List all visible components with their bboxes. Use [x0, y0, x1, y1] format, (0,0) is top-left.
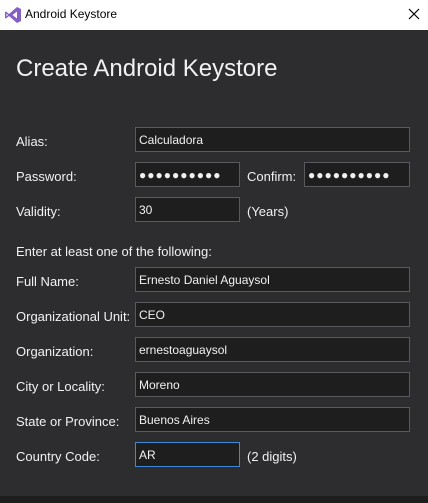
password-value: ●●●●●●●●●●	[139, 168, 222, 182]
org-unit-value: CEO	[139, 308, 166, 322]
alias-value: Calculadora	[139, 133, 204, 147]
alias-label: Alias:	[16, 134, 48, 149]
state-value: Buenos Aires	[139, 413, 210, 427]
validity-input[interactable]: 30	[135, 197, 240, 222]
city-input[interactable]: Moreno	[135, 372, 410, 397]
password-label: Password:	[16, 169, 77, 184]
org-unit-input[interactable]: CEO	[135, 302, 410, 327]
org-unit-label: Organizational Unit:	[16, 309, 131, 324]
city-value: Moreno	[139, 378, 180, 392]
state-input[interactable]: Buenos Aires	[135, 407, 410, 432]
validity-value: 30	[139, 203, 153, 217]
dialog-footer	[0, 496, 428, 503]
country-code-value: AR	[139, 448, 156, 462]
instruction-text: Enter at least one of the following:	[16, 244, 212, 259]
title-bar: Android Keystore	[0, 0, 428, 30]
confirm-label: Confirm:	[247, 169, 297, 184]
confirm-password-input[interactable]: ●●●●●●●●●●	[304, 162, 410, 187]
alias-input[interactable]: Calculadora	[135, 127, 410, 152]
state-label: State or Province:	[16, 414, 120, 429]
full-name-value: Ernesto Daniel Aguaysol	[139, 273, 270, 287]
validity-label: Validity:	[16, 204, 61, 219]
organization-label: Organization:	[16, 344, 94, 359]
validity-unit: (Years)	[247, 204, 289, 219]
confirm-value: ●●●●●●●●●●	[308, 168, 391, 182]
full-name-label: Full Name:	[16, 274, 79, 289]
visual-studio-icon	[5, 7, 21, 23]
organization-value: ernestoaguaysol	[139, 343, 228, 357]
country-code-hint: (2 digits)	[247, 449, 297, 464]
dialog-heading: Create Android Keystore	[16, 55, 278, 82]
organization-input[interactable]: ernestoaguaysol	[135, 337, 410, 362]
country-code-label: Country Code:	[16, 449, 100, 464]
window-title: Android Keystore	[25, 7, 118, 21]
full-name-input[interactable]: Ernesto Daniel Aguaysol	[135, 267, 410, 292]
country-code-input[interactable]: AR	[135, 442, 240, 467]
close-icon[interactable]	[401, 4, 427, 26]
password-input[interactable]: ●●●●●●●●●●	[135, 162, 240, 187]
city-label: City or Locality:	[16, 379, 105, 394]
